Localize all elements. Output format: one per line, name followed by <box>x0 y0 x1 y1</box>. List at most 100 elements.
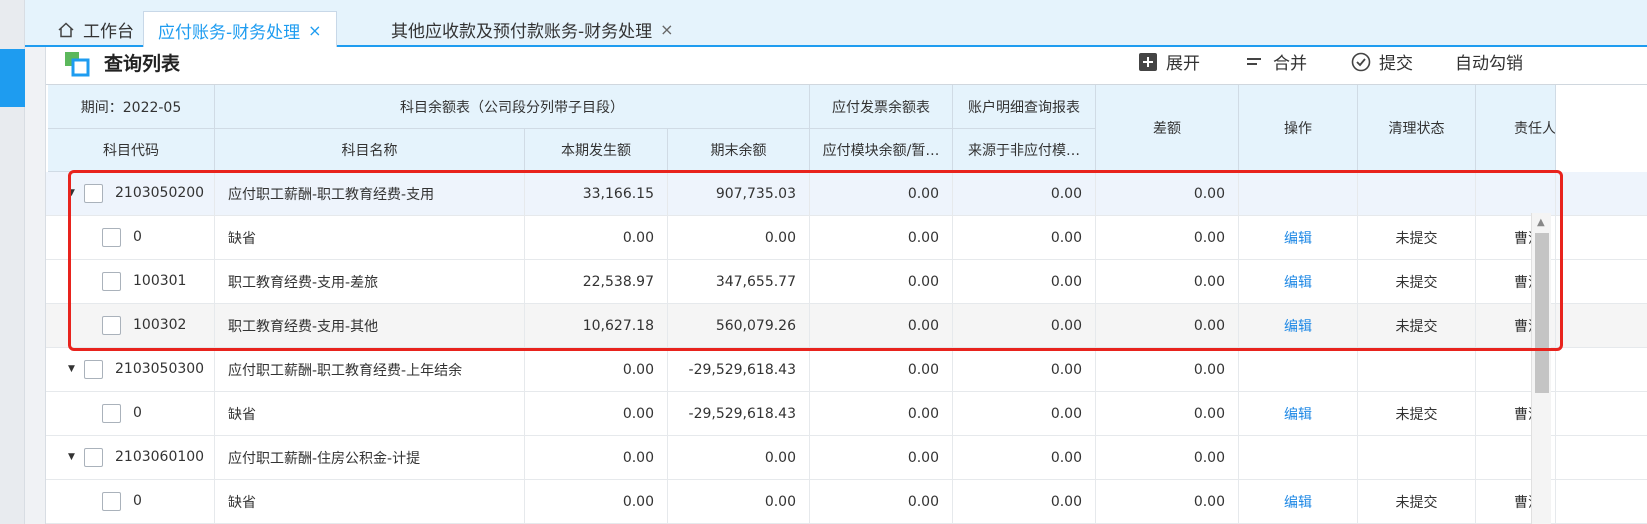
panel-title: 查询列表 <box>104 53 181 75</box>
current-cell: 10,627.18 <box>525 304 668 348</box>
auto-writeoff-button[interactable]: 自动勾销 <box>1455 49 1523 74</box>
tab-other-receivables[interactable]: 其他应收款及预付款账务-财务处理 × <box>379 12 686 47</box>
query-panel: 查询列表 展开 合并 提交 自动勾销 期间：2022-05 科目余额表（公司段分… <box>45 47 1647 524</box>
vertical-scrollbar[interactable]: ▲ <box>1531 213 1551 524</box>
action-cell: 编辑 <box>1239 216 1358 260</box>
expand-caret-icon[interactable]: ▼ <box>68 364 75 374</box>
edit-link[interactable]: 编辑 <box>1284 316 1312 336</box>
row-checkbox[interactable] <box>102 404 121 423</box>
ap-cell: 0.00 <box>810 304 953 348</box>
tab-label: 应付账务-财务处理 <box>158 22 301 43</box>
code-header[interactable]: 科目代码 <box>48 129 215 172</box>
scrollbar-thumb[interactable] <box>1535 233 1549 393</box>
diff-cell: 0.00 <box>1096 392 1239 436</box>
current-cell: 0.00 <box>525 216 668 260</box>
scroll-up-icon[interactable]: ▲ <box>1537 217 1545 228</box>
ending-cell: 347,655.77 <box>668 260 810 304</box>
status-cell: 未提交 <box>1358 480 1476 524</box>
non-ap-cell: 0.00 <box>953 216 1096 260</box>
row-checkbox[interactable] <box>84 448 103 467</box>
close-icon[interactable]: × <box>308 21 321 40</box>
table-row-parent[interactable]: ▼ 2103060100 应付职工薪酬-住房公积金-计提 0.00 0.00 0.00 0.… <box>46 436 1647 480</box>
code-cell: 0 <box>48 480 215 524</box>
ap-module-header[interactable]: 应付模块余额/暂… <box>810 129 953 172</box>
panel-header: 查询列表 展开 合并 提交 自动勾销 <box>46 47 1647 85</box>
tab-label: 工作台 <box>83 22 134 42</box>
expand-caret-icon[interactable]: ▼ <box>68 188 75 198</box>
name-header[interactable]: 科目名称 <box>215 129 525 172</box>
action-cell: 编辑 <box>1239 260 1358 304</box>
period-header: 期间：2022-05 <box>48 85 215 129</box>
data-grid: 期间：2022-05 科目余额表（公司段分列带子目段） 应付发票余额表 账户明细… <box>46 84 1647 524</box>
table-row[interactable]: 0 缺省 0.00 0.00 0.00 0.00 0.00 编辑 未提交 曹洁 <box>46 216 1647 260</box>
status-cell <box>1358 436 1476 480</box>
row-checkbox[interactable] <box>102 272 121 291</box>
diff-cell: 0.00 <box>1096 172 1239 216</box>
code-cell: ▼ 2103050300 <box>48 348 215 392</box>
close-icon[interactable]: × <box>660 20 673 39</box>
table-row[interactable]: 100302 职工教育经费-支用-其他 10,627.18 560,079.26 0.0… <box>46 304 1647 348</box>
subject-code: 2103050200 <box>115 185 205 201</box>
status-cell <box>1358 348 1476 392</box>
diff-cell: 0.00 <box>1096 260 1239 304</box>
table-row-parent[interactable]: ▼ 2103050300 应付职工薪酬-职工教育经费-上年结余 0.00 -29,529… <box>46 348 1647 392</box>
subject-code: 0 <box>133 405 142 421</box>
row-checkbox[interactable] <box>84 360 103 379</box>
expand-button[interactable]: 展开 <box>1138 49 1200 74</box>
owner-header[interactable]: 责任人 <box>1476 85 1556 172</box>
ap-cell: 0.00 <box>810 172 953 216</box>
table-row[interactable]: 0 缺省 0.00 -29,529,618.43 0.00 0.00 0.00 编辑 未提交 曹洁 <box>46 392 1647 436</box>
row-checkbox[interactable] <box>84 184 103 203</box>
table-row-parent[interactable]: ▼ 2103050200 应付职工薪酬-职工教育经费-支用 33,166.15 907,… <box>46 172 1647 216</box>
subject-code: 2103060100 <box>115 449 205 465</box>
edit-link[interactable]: 编辑 <box>1284 492 1312 512</box>
code-cell: 100301 <box>48 260 215 304</box>
subject-code: 0 <box>133 229 142 245</box>
table-row[interactable]: 100301 职工教育经费-支用-差旅 22,538.97 347,655.77 0.0… <box>46 260 1647 304</box>
edit-link[interactable]: 编辑 <box>1284 404 1312 424</box>
table-row[interactable]: 0 缺省 0.00 0.00 0.00 0.00 0.00 编辑 未提交 曹洁 <box>46 480 1647 524</box>
subject-name: 职工教育经费-支用-其他 <box>215 304 525 348</box>
current-cell: 0.00 <box>525 348 668 392</box>
owner-cell <box>1476 172 1556 216</box>
ap-cell: 0.00 <box>810 260 953 304</box>
sidebar-active-indicator <box>0 49 25 107</box>
ending-cell: 0.00 <box>668 216 810 260</box>
row-checkbox[interactable] <box>102 316 121 335</box>
home-icon <box>58 21 74 37</box>
ending-cell: 907,735.03 <box>668 172 810 216</box>
action-cell: 编辑 <box>1239 392 1358 436</box>
tab-ap-accounting[interactable]: 应付账务-财务处理 × <box>143 11 337 48</box>
current-cell: 0.00 <box>525 392 668 436</box>
ap-invoice-group-header: 应付发票余额表 <box>810 85 953 129</box>
edit-link[interactable]: 编辑 <box>1284 272 1312 292</box>
current-cell: 22,538.97 <box>525 260 668 304</box>
ap-cell: 0.00 <box>810 348 953 392</box>
status-cell <box>1358 172 1476 216</box>
merge-button[interactable]: 合并 <box>1245 49 1307 74</box>
status-header[interactable]: 清理状态 <box>1358 85 1476 172</box>
code-cell: 100302 <box>48 304 215 348</box>
non-ap-cell: 0.00 <box>953 260 1096 304</box>
subject-name: 缺省 <box>215 216 525 260</box>
current-header[interactable]: 本期发生额 <box>525 129 668 172</box>
expand-caret-icon[interactable]: ▼ <box>68 452 75 462</box>
list-icon <box>65 52 90 77</box>
check-circle-icon <box>1351 52 1371 71</box>
submit-button[interactable]: 提交 <box>1351 49 1413 74</box>
non-ap-source-header[interactable]: 来源于非应付模… <box>953 129 1096 172</box>
action-header: 操作 <box>1239 85 1358 172</box>
edit-link[interactable]: 编辑 <box>1284 228 1312 248</box>
ending-cell: 0.00 <box>668 480 810 524</box>
diff-header[interactable]: 差额 <box>1096 85 1239 172</box>
minus-icon <box>1247 57 1261 65</box>
tab-workbench[interactable]: 工作台 <box>45 12 146 47</box>
row-checkbox[interactable] <box>102 228 121 247</box>
ending-cell: -29,529,618.43 <box>668 348 810 392</box>
ending-header[interactable]: 期末余额 <box>668 129 810 172</box>
code-cell: ▼ 2103050200 <box>48 172 215 216</box>
non-ap-cell: 0.00 <box>953 348 1096 392</box>
status-cell: 未提交 <box>1358 216 1476 260</box>
row-checkbox[interactable] <box>102 492 121 511</box>
action-cell <box>1239 172 1358 216</box>
